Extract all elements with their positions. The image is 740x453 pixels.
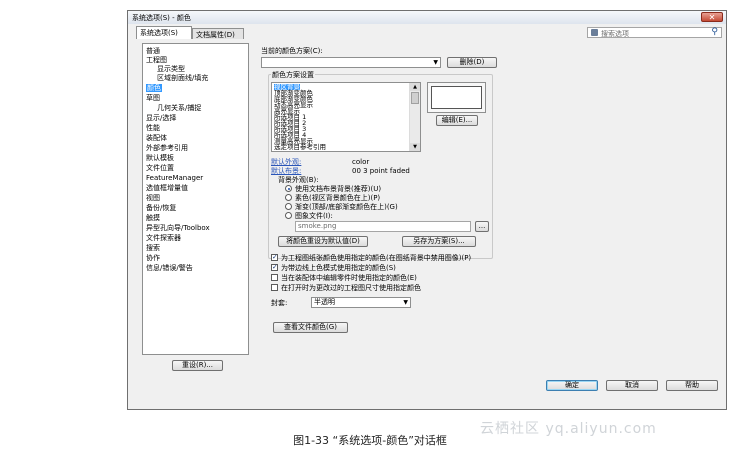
tree-item-colors[interactable]: 颜色 [146,84,162,92]
tree-item-messages[interactable]: 信息/错误/警告 [146,264,193,272]
tree-item-default-templates[interactable]: 默认模板 [146,154,174,162]
close-button[interactable]: ✕ [701,12,723,22]
tree-item-general[interactable]: 普通 [146,47,160,55]
options-tree[interactable]: 普通 工程图 显示类型 区域剖面线/填充 颜色 草图 几何关系/捕捉 显示/选择… [142,43,249,355]
tree-item-sketch[interactable]: 草图 [146,94,160,102]
chevron-down-icon: ▼ [403,299,408,306]
checkbox-label: 为带边线上色模式使用指定的颜色(S) [281,264,396,272]
tree-item-drawings[interactable]: 工程图 [146,56,167,64]
reset-colors-button[interactable]: 将颜色重设为默认值(D) [278,236,368,247]
scroll-down-icon[interactable]: ▼ [410,143,420,151]
system-options-dialog: 系统选项(S) - 颜色 ✕ 系统选项(S) 文档属性(D) 搜索选项 ⚲ 普通… [127,10,727,410]
tab-system-options[interactable]: 系统选项(S) [136,26,192,39]
list-scrollbar[interactable]: ▲ ▼ [409,83,420,151]
checkbox-shaded-edges[interactable]: ✓ [271,264,278,271]
delete-scheme-button[interactable]: 删除(D) [447,57,497,68]
default-appearance-value: color [352,158,370,166]
tree-item-collaboration[interactable]: 协作 [146,254,160,262]
bg-radio-plain[interactable] [285,194,292,201]
ok-button[interactable]: 确定 [546,380,598,391]
tab-document-properties[interactable]: 文档属性(D) [192,28,244,39]
image-file-input[interactable]: smoke.png [295,221,471,232]
tree-item-assemblies[interactable]: 装配体 [146,134,167,142]
tree-item-performance[interactable]: 性能 [146,124,160,132]
envelope-label: 封套: [271,299,288,307]
tree-item-touch[interactable]: 触摸 [146,214,160,222]
tree-item-file-locations[interactable]: 文件位置 [146,164,174,172]
color-preview [427,82,486,113]
bg-radio-gradient[interactable] [285,203,292,210]
checkbox-drawing-sheet[interactable]: ✓ [271,254,278,261]
checkbox-label: 为工程图纸张颜色使用指定的颜色(在图纸背景中禁用图像)(P) [281,254,472,262]
options-icon [591,29,598,36]
bg-radio-document[interactable] [285,185,292,192]
tree-item-backup-recover[interactable]: 备份/恢复 [146,204,176,212]
cancel-button[interactable]: 取消 [606,380,658,391]
edit-color-button[interactable]: 编辑(E)... [436,115,478,126]
scroll-thumb[interactable] [411,92,419,104]
tree-item-view[interactable]: 视图 [146,194,160,202]
color-settings-label: 颜色方案设置 [271,71,315,79]
tree-item-file-explorer[interactable]: 文件探索器 [146,234,181,242]
chevron-down-icon: ▼ [433,59,438,66]
tree-item-search[interactable]: 搜索 [146,244,160,252]
checkbox-changed-dims[interactable] [271,284,278,291]
default-scene-value: 00 3 point faded [352,167,410,175]
bg-option-gradient: 渐变(顶部/底部渐变颜色在上)(G) [295,203,398,211]
window-title: 系统选项(S) - 颜色 [132,14,191,22]
color-swatch [431,86,482,109]
search-box[interactable]: 搜索选项 ⚲ [587,27,722,38]
tree-item-display-selection[interactable]: 显示/选择 [146,114,176,122]
checkbox-edit-part[interactable] [271,274,278,281]
default-appearance-link[interactable]: 默认外观: [271,158,301,166]
color-item-list[interactable]: 视区背景 顶部渐变颜色 底部渐变颜色 动态高亮显示 高亮显示 所选项目 1 所选… [271,82,421,152]
title-bar[interactable]: 系统选项(S) - 颜色 ✕ [128,11,726,24]
bg-option-image: 图象文件(I): [295,212,333,220]
bg-option-plain: 素色(视区背景颜色在上)(P) [295,194,381,202]
tree-item-display-style[interactable]: 显示类型 [157,65,185,73]
scheme-select[interactable]: ▼ [261,57,441,68]
tree-item-relations-snaps[interactable]: 几何关系/捕捉 [157,104,201,112]
tree-item-external-references[interactable]: 外部参考引用 [146,144,188,152]
scheme-label: 当前的颜色方案(C): [261,47,323,55]
browse-button[interactable]: ... [475,221,489,232]
bg-option-document: 使用文档布景背景(推荐)(U) [295,185,382,193]
tree-item-featuremanager[interactable]: FeatureManager [146,174,203,182]
figure-caption: 图1-33 “系统选项-颜色”对话框 [293,434,447,447]
view-document-colors-button[interactable]: 查看文件颜色(G) [273,322,348,333]
tree-item-area-hatch[interactable]: 区域剖面线/填充 [157,74,208,82]
scroll-up-icon[interactable]: ▲ [410,83,420,91]
tree-item-hole-wizard[interactable]: 异型孔向导/Toolbox [146,224,210,232]
checkbox-label: 当在装配体中编辑零件时使用指定的颜色(E) [281,274,417,282]
background-label: 背景外观(B): [278,176,319,184]
list-item[interactable]: 选定项目参考引用 [274,144,326,151]
search-icon[interactable]: ⚲ [711,28,718,37]
search-input[interactable]: 搜索选项 [601,29,629,39]
tree-item-spin-box[interactable]: 选值框增量值 [146,184,188,192]
help-button[interactable]: 帮助 [666,380,718,391]
envelope-select[interactable]: 半透明 ▼ [311,297,411,308]
reset-button[interactable]: 重设(R)... [172,360,223,371]
default-scene-link[interactable]: 默认布景: [271,167,301,175]
save-scheme-button[interactable]: 另存为方案(S)... [402,236,476,247]
bg-radio-image[interactable] [285,212,292,219]
envelope-value: 半透明 [314,298,335,306]
checkbox-label: 在打开时为更改过的工程图尺寸使用指定颜色 [281,284,421,292]
